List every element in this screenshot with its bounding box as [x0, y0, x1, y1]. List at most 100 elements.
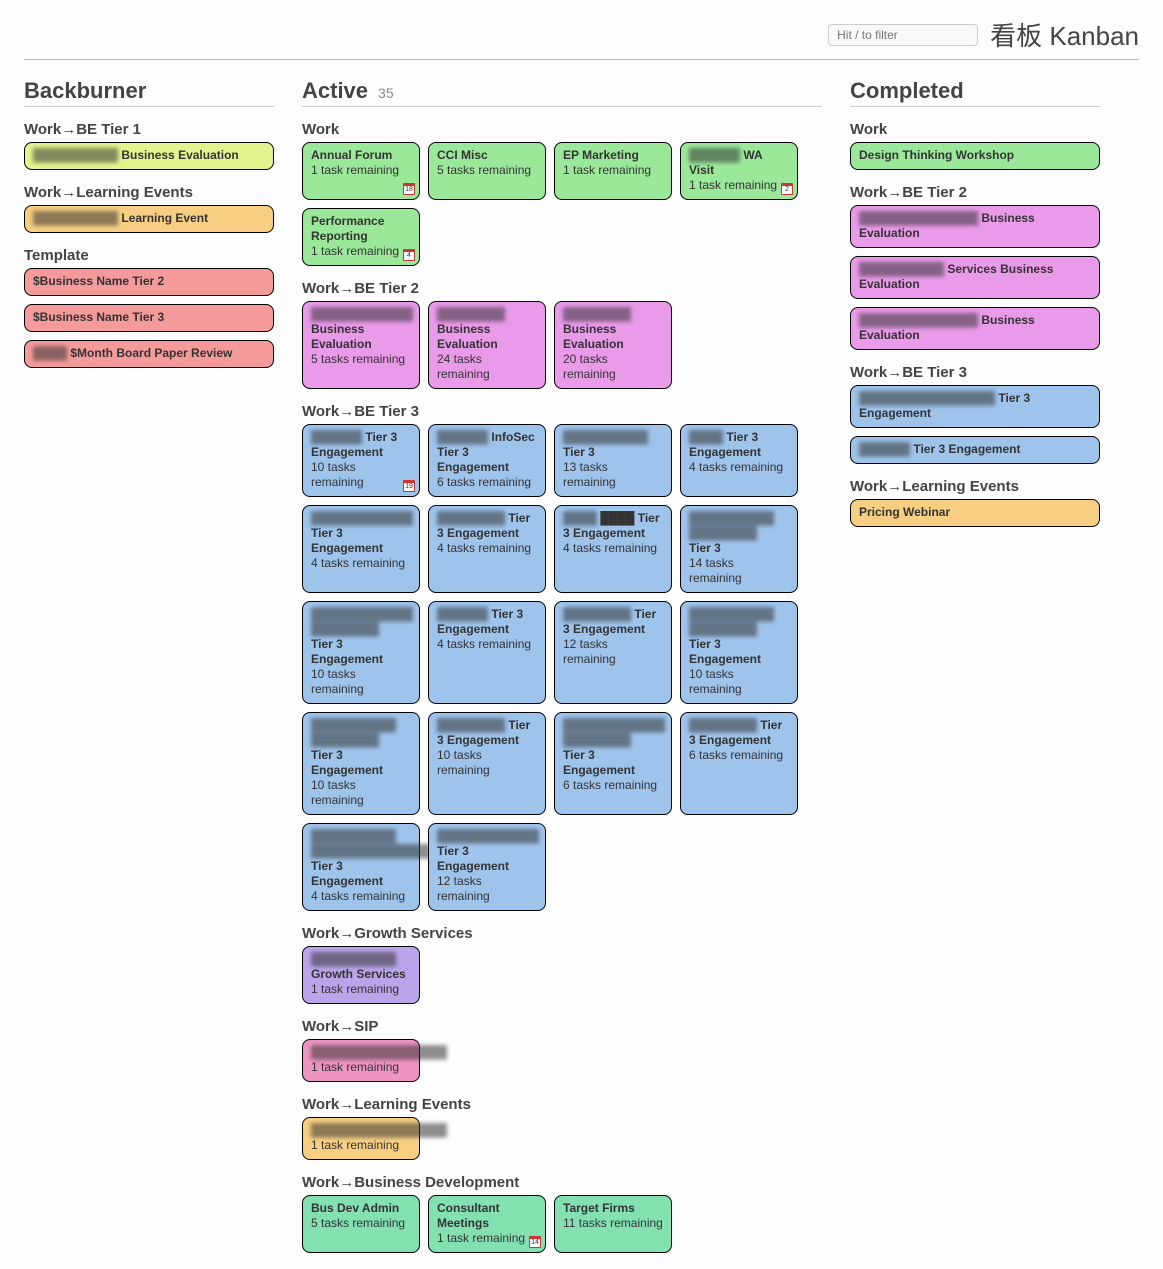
- cards-row: Pricing Webinar: [850, 499, 1100, 527]
- kanban-card[interactable]: ████████████████ 1 task remaining: [302, 1117, 420, 1160]
- kanban-card[interactable]: ██████ InfoSec Tier 3 Engagement6 tasks …: [428, 424, 546, 497]
- card-subtitle: 10 tasks remaining: [311, 667, 411, 697]
- card-title: Pricing Webinar: [859, 505, 1091, 520]
- kanban-card[interactable]: ██████ WA Visit1 task remaining2: [680, 142, 798, 200]
- kanban-card[interactable]: Bus Dev Admin5 tasks remaining: [302, 1195, 420, 1253]
- card-title: ████████ Business Evaluation: [437, 307, 537, 352]
- calendar-icon: 19: [403, 480, 415, 492]
- card-subtitle: 6 tasks remaining: [437, 475, 537, 490]
- kanban-card[interactable]: ██████████ ████████ Tier 3 Engagement10 …: [680, 601, 798, 704]
- card-subtitle: 10 tasks remaining: [311, 460, 411, 490]
- redacted-text: ██████████████: [859, 313, 978, 328]
- kanban-card[interactable]: $Business Name Tier 3: [24, 304, 274, 332]
- kanban-card[interactable]: ████████ Tier 3 Engagement6 tasks remain…: [680, 712, 798, 815]
- card-subtitle: 4 tasks remaining: [311, 889, 411, 904]
- redacted-text: ████████████: [437, 829, 539, 844]
- kanban-card[interactable]: ████████████ ████████ Tier 3 Engagement1…: [302, 601, 420, 704]
- kanban-card[interactable]: ██████████ ██████████████ Tier 3 Engagem…: [302, 823, 420, 911]
- card-title-text: Tier 3 Engagement: [311, 748, 383, 777]
- redacted-text: ██████████ ████████: [689, 511, 789, 541]
- filter-input[interactable]: [828, 24, 978, 46]
- kanban-card[interactable]: Consultant Meetings1 task remaining14: [428, 1195, 546, 1253]
- kanban-card[interactable]: ██████████ ████████ Tier 314 tasks remai…: [680, 505, 798, 593]
- card-title-text: $Business Name Tier 3: [33, 310, 164, 324]
- card-title-text: Pricing Webinar: [859, 505, 950, 519]
- calendar-icon: 4: [403, 249, 415, 261]
- kanban-card[interactable]: Pricing Webinar: [850, 499, 1100, 527]
- card-title: $Business Name Tier 2: [33, 274, 265, 289]
- group-title: Template: [24, 247, 274, 264]
- card-title: ██████ InfoSec Tier 3 Engagement: [437, 430, 537, 475]
- kanban-card[interactable]: ████████████ Tier 3 Engagement4 tasks re…: [302, 505, 420, 593]
- kanban-card[interactable]: $Business Name Tier 2: [24, 268, 274, 296]
- card-title-text: Business Evaluation: [311, 322, 372, 351]
- kanban-card[interactable]: ████████████████ Tier 3 Engagement: [850, 385, 1100, 428]
- card-title-text: EP Marketing: [563, 148, 639, 162]
- kanban-card[interactable]: ██████████ Services Business Evaluation: [850, 256, 1100, 299]
- card-title-text: Tier 3 Engagement: [311, 637, 383, 666]
- redacted-text: ████████████: [311, 307, 413, 322]
- card-subtitle: 11 tasks remaining: [563, 1216, 663, 1231]
- kanban-card[interactable]: ████████████ ████████ Tier 3 Engagement6…: [554, 712, 672, 815]
- kanban-card[interactable]: ██████ Tier 3 Engagement10 tasks remaini…: [302, 424, 420, 497]
- redacted-text: ██████: [311, 430, 362, 445]
- kanban-card[interactable]: Annual Forum1 task remaining18: [302, 142, 420, 200]
- column-groups: WorkAnnual Forum1 task remaining18CCI Mi…: [302, 121, 822, 1253]
- cards-row: ██████████ Learning Event: [24, 205, 274, 233]
- app-title: 看板 Kanban: [990, 16, 1139, 53]
- kanban-card[interactable]: ████████ Tier 3 Engagement4 tasks remain…: [428, 505, 546, 593]
- kanban-card[interactable]: ██████████ Learning Event: [24, 205, 274, 233]
- kanban-card[interactable]: ████ Tier 3 Engagement4 tasks remaining: [680, 424, 798, 497]
- card-title: Consultant Meetings: [437, 1201, 537, 1231]
- card-subtitle: 1 task remaining: [311, 982, 411, 997]
- card-title-text: Tier 3: [563, 445, 595, 459]
- card-subtitle: 5 tasks remaining: [311, 1216, 411, 1231]
- redacted-text: ████████: [689, 718, 757, 733]
- kanban-card[interactable]: ██████ Tier 3 Engagement: [850, 436, 1100, 464]
- calendar-icon: 2: [781, 183, 793, 195]
- cards-row: $Business Name Tier 2 $Business Name Tier…: [24, 268, 274, 368]
- column-title-text: Completed: [850, 78, 964, 104]
- kanban-card[interactable]: ████████████ Business Evaluation5 tasks …: [302, 301, 420, 389]
- card-subtitle: 1 task remaining: [311, 1138, 411, 1153]
- kanban-card[interactable]: ██████████ Tier 313 tasks remaining: [554, 424, 672, 497]
- kanban-card[interactable]: ████████ Business Evaluation24 tasks rem…: [428, 301, 546, 389]
- kanban-card[interactable]: ████████ Tier 3 Engagement12 tasks remai…: [554, 601, 672, 704]
- kanban-card[interactable]: EP Marketing1 task remaining: [554, 142, 672, 200]
- redacted-text: ████████: [437, 307, 505, 322]
- kanban-card[interactable]: ██████████ ████████ Tier 3 Engagement10 …: [302, 712, 420, 815]
- kanban-card[interactable]: ██████ Tier 3 Engagement4 tasks remainin…: [428, 601, 546, 704]
- kanban-card[interactable]: ████████████████ 1 task remaining: [302, 1039, 420, 1082]
- column-groups: Work→BE Tier 1██████████ Business Evalua…: [24, 121, 274, 368]
- card-title-text: Tier 3 Engagement: [311, 859, 383, 888]
- kanban-card[interactable]: ████ ████ Tier 3 Engagement4 tasks remai…: [554, 505, 672, 593]
- calendar-icon: 14: [529, 1236, 541, 1248]
- kanban-card[interactable]: ██████████ Growth Services1 task remaini…: [302, 946, 420, 1004]
- kanban-card[interactable]: Design Thinking Workshop: [850, 142, 1100, 170]
- column-title: Completed: [850, 78, 1100, 107]
- kanban-card[interactable]: Target Firms11 tasks remaining: [554, 1195, 672, 1253]
- card-subtitle: 4 tasks remaining: [311, 556, 411, 571]
- card-title: ████ ████ Tier 3 Engagement: [563, 511, 663, 541]
- column-active: Active 35 WorkAnnual Forum1 task remaini…: [302, 78, 822, 1253]
- card-title: ██████████ Business Evaluation: [33, 148, 265, 163]
- kanban-card[interactable]: ████████ Business Evaluation20 tasks rem…: [554, 301, 672, 389]
- kanban-card[interactable]: ██████████ Business Evaluation: [24, 142, 274, 170]
- kanban-card[interactable]: ████ $Month Board Paper Review: [24, 340, 274, 368]
- redacted-text: ██████████: [33, 211, 118, 226]
- column-title-text: Backburner: [24, 78, 146, 104]
- redacted-text: ██████████: [33, 148, 118, 163]
- kanban-card[interactable]: ██████████████ Business Evaluation: [850, 307, 1100, 350]
- kanban-card[interactable]: CCI Misc5 tasks remaining: [428, 142, 546, 200]
- column-title: Active 35: [302, 78, 822, 107]
- card-subtitle: 20 tasks remaining: [563, 352, 663, 382]
- kanban-card[interactable]: ████████ Tier 3 Engagement10 tasks remai…: [428, 712, 546, 815]
- kanban-card[interactable]: ████████████ Tier 3 Engagement12 tasks r…: [428, 823, 546, 911]
- group-title: Work→Business Development: [302, 1174, 822, 1191]
- card-subtitle: 1 task remaining: [311, 163, 411, 178]
- kanban-card[interactable]: Performance Reporting1 task remaining4: [302, 208, 420, 266]
- card-title: EP Marketing: [563, 148, 663, 163]
- kanban-card[interactable]: ██████████████ Business Evaluation: [850, 205, 1100, 248]
- card-subtitle: 1 task remaining: [563, 163, 663, 178]
- cards-row: ██████████ Business Evaluation: [24, 142, 274, 170]
